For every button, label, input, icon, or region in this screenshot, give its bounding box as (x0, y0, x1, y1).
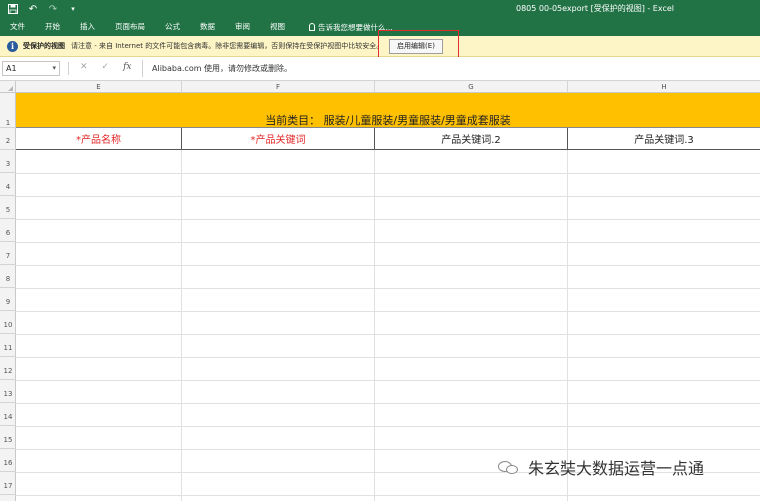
gridline (16, 403, 760, 404)
protected-view-message: 请注意 - 来自 Internet 的文件可能包含病毒。除非您需要编辑，否则保持… (71, 42, 384, 50)
tab-page-layout[interactable]: 页面布局 (105, 18, 155, 36)
formula-actions: ✕ ✓ fx (80, 62, 132, 72)
tab-insert[interactable]: 插入 (70, 18, 105, 36)
row-header-6[interactable]: 6 (0, 219, 16, 242)
row-header-8[interactable]: 8 (0, 265, 16, 288)
formula-bar: A1 ▾ ✕ ✓ fx Alibaba.com 使用，请勿修改或删除。 (0, 57, 760, 81)
column-header-e[interactable]: E (16, 81, 182, 93)
category-banner-cell[interactable]: 当前类目： 服装/儿童服装/男童服装/男童成套服装 (16, 93, 760, 128)
name-box[interactable]: A1 ▾ (2, 61, 60, 76)
enable-editing-button[interactable]: 启用编辑(E) (389, 39, 443, 54)
protected-view-title: 受保护的视图 (23, 42, 65, 50)
header-cell-keyword-2[interactable]: 产品关键词.2 (375, 128, 568, 150)
row-header-11[interactable]: 11 (0, 334, 16, 357)
watermark-text: 朱玄奘大数据运营一点通 (528, 459, 705, 478)
column-header-h[interactable]: H (568, 81, 760, 93)
row-header-5[interactable]: 5 (0, 196, 16, 219)
row-header-10[interactable]: 10 (0, 311, 16, 334)
gridline (16, 495, 760, 496)
gridline (16, 426, 760, 427)
row-header-13[interactable]: 13 (0, 380, 16, 403)
gridline (16, 219, 760, 220)
category-banner-text: 当前类目： 服装/儿童服装/男童服装/男童成套服装 (265, 114, 511, 127)
gridline (16, 196, 760, 197)
lightbulb-icon (309, 23, 315, 31)
tab-formulas[interactable]: 公式 (155, 18, 190, 36)
worksheet[interactable]: 当前类目： 服装/儿童服装/男童服装/男童成套服装 *产品名称 *产品关键词 产… (16, 93, 760, 501)
gridline (16, 173, 760, 174)
row-header-15[interactable]: 15 (0, 426, 16, 449)
gridline (16, 449, 760, 450)
gridline (181, 150, 182, 501)
info-icon: i (7, 40, 18, 52)
gridline (567, 150, 568, 501)
tab-data[interactable]: 数据 (190, 18, 225, 36)
tab-review[interactable]: 审阅 (225, 18, 260, 36)
insert-function-icon[interactable]: fx (123, 62, 131, 72)
column-header-f[interactable]: F (182, 81, 375, 93)
row-header-12[interactable]: 12 (0, 357, 16, 380)
row-header-4[interactable]: 4 (0, 173, 16, 196)
row-header-16[interactable]: 16 (0, 449, 16, 472)
gridline (16, 288, 760, 289)
row-header-14[interactable]: 14 (0, 403, 16, 426)
title-bar: ↶ ↷ ▾ 0805 00-05export [受保护的视图] - Excel (0, 0, 760, 18)
gridline (16, 311, 760, 312)
row-header-2[interactable]: 2 (0, 128, 16, 150)
header-cell-keyword[interactable]: *产品关键词 (182, 128, 375, 150)
chevron-down-icon[interactable]: ▾ (52, 62, 56, 75)
tab-view[interactable]: 视图 (260, 18, 295, 36)
gridline (16, 380, 760, 381)
header-cell-keyword-3[interactable]: 产品关键词.3 (568, 128, 760, 150)
gridline (16, 334, 760, 335)
tab-file[interactable]: 文件 (0, 18, 35, 36)
gridline (16, 265, 760, 266)
check-icon[interactable]: ✓ (102, 62, 110, 72)
row-header-7[interactable]: 7 (0, 242, 16, 265)
row-header-1[interactable]: 1 (0, 93, 16, 128)
column-header-g[interactable]: G (375, 81, 568, 93)
gridline (374, 150, 375, 501)
tab-home[interactable]: 开始 (35, 18, 70, 36)
row-header-17[interactable]: 17 (0, 472, 16, 495)
divider (68, 62, 69, 75)
gridline (16, 242, 760, 243)
wechat-icon (498, 459, 520, 475)
name-box-value: A1 (6, 64, 17, 73)
row-headers: 1 2 3 4 5 6 7 8 9 10 11 12 13 14 15 16 1… (0, 93, 16, 501)
select-all-corner[interactable] (0, 81, 16, 93)
formula-input[interactable]: Alibaba.com 使用，请勿修改或删除。 (142, 60, 758, 77)
window-title: 0805 00-05export [受保护的视图] - Excel (515, 4, 674, 13)
row-header-9[interactable]: 9 (0, 288, 16, 311)
cancel-icon[interactable]: ✕ (80, 62, 88, 72)
header-cell-product-name[interactable]: *产品名称 (16, 128, 182, 150)
column-headers: E F G H (0, 81, 760, 93)
row-header-3[interactable]: 3 (0, 150, 16, 173)
watermark: 朱玄奘大数据运营一点通 (498, 455, 704, 479)
gridline (16, 357, 760, 358)
